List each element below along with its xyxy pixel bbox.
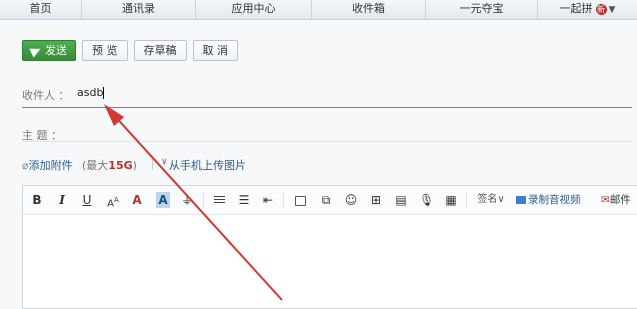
compose-toolbar: 发送 预 览 存草稿 取 消 [22,40,238,62]
new-badge: 新 [595,3,607,15]
subject-label: 主 题 ： [22,129,62,142]
record-video-button[interactable]: 录制音视频 [516,192,591,208]
editor-toolbar: B I U AA A A ⏚ ☰ ⇤ ⧉ ☺ ⊞ ▤ 🎙 ▦ 签名∨ 录制音视频… [23,186,637,215]
document-icon[interactable]: ▤ [394,192,408,208]
bold-button[interactable]: B [31,192,43,208]
max-size-prefix: (最大 [82,159,109,172]
tab-label: 通讯录 [122,2,155,15]
message-editor[interactable]: B I U AA A A ⏚ ☰ ⇤ ⧉ ☺ ⊞ ▤ 🎙 ▦ 签名∨ 录制音视频… [22,185,637,309]
bullet-list-icon[interactable]: ☰ [237,192,251,208]
emoji-icon[interactable]: ☺ [344,192,358,208]
record-label: 录制音视频 [528,194,581,206]
signature-dropdown[interactable]: 签名∨ [473,192,509,208]
toolbar-divider [466,192,467,208]
chevron-down-icon: ▼ [608,5,616,15]
divider [152,158,153,170]
toolbar-divider [203,192,204,208]
tab-label: 收件箱 [352,2,385,15]
video-icon [516,196,526,204]
screenshot-icon[interactable]: ⧉ [319,192,333,208]
max-size-note: (最大15G) [82,157,137,173]
highlight-button[interactable]: A [156,192,170,208]
tab-label: 应用中心 [231,2,276,15]
image-frame [294,195,306,206]
table-icon[interactable]: ⊞ [369,192,383,208]
mail-icon: ✉ [601,194,610,206]
paper-plane-icon [29,43,43,58]
tab-label: 一元夺宝 [459,2,504,15]
tab-label: 首页 [29,2,52,15]
microphone-icon[interactable]: 🎙 [419,192,434,208]
lines-glyph [213,196,225,205]
send-label: 发送 [45,44,67,57]
save-draft-button[interactable]: 存草稿 [133,40,187,61]
text-background-icon[interactable]: ⏚ [180,192,194,208]
top-nav: 首页 通讯录 应用中心 收件箱 一元夺宝 一起拼新 ▼ [0,0,637,20]
text-cursor [103,87,105,99]
cancel-button[interactable]: 取 消 [192,40,238,61]
mail-button[interactable]: ✉邮件 [601,192,637,208]
add-attachment-label: 添加附件 [28,159,73,172]
align-left-icon[interactable] [212,192,226,208]
image-icon[interactable] [293,192,307,208]
chevron-down-icon[interactable]: ∨ [161,157,168,167]
underline-button[interactable]: U [81,192,93,208]
tab-inbox[interactable]: 收件箱 [312,0,426,19]
send-button[interactable]: 发送 [22,40,76,61]
attachment-row: ⌀添加附件 (最大15G) ∨ 从手机上传图片 [22,155,632,175]
tab-yiyuan-duobao[interactable]: 一元夺宝 [426,0,538,19]
indent-icon[interactable]: ⇤ [261,192,275,208]
recipients-input[interactable]: asdb [77,86,105,99]
tab-app-center[interactable]: 应用中心 [196,0,312,19]
mail-label: 邮件 [609,194,631,206]
tab-home[interactable]: 首页 [0,0,82,19]
paperclip-icon: ⌀ [22,159,29,172]
recipients-field[interactable]: 收件人 ： asdb [22,82,632,108]
subject-field[interactable]: 主 题 ： [22,122,632,142]
recipient-text: asdb [77,86,104,99]
toolbar-divider [283,192,284,208]
tab-contacts[interactable]: 通讯录 [82,0,196,19]
signature-label: 签名 [477,194,498,205]
tab-label: 一起拼 [559,2,593,15]
phone-upload-link[interactable]: 从手机上传图片 [169,157,246,173]
preview-button[interactable]: 预 览 [82,40,128,61]
template-icon[interactable]: ▦ [444,192,458,208]
italic-button[interactable]: I [56,192,68,208]
tab-yiqipin[interactable]: 一起拼新 ▼ [538,0,637,19]
font-color-button[interactable]: A [131,192,143,208]
max-size-suffix: ) [132,159,137,172]
add-attachment-link[interactable]: ⌀添加附件 [22,157,73,173]
max-size-value: 15G [108,159,133,172]
recipients-label: 收件人 ： [22,89,70,102]
font-size-button[interactable]: AA [105,192,121,209]
